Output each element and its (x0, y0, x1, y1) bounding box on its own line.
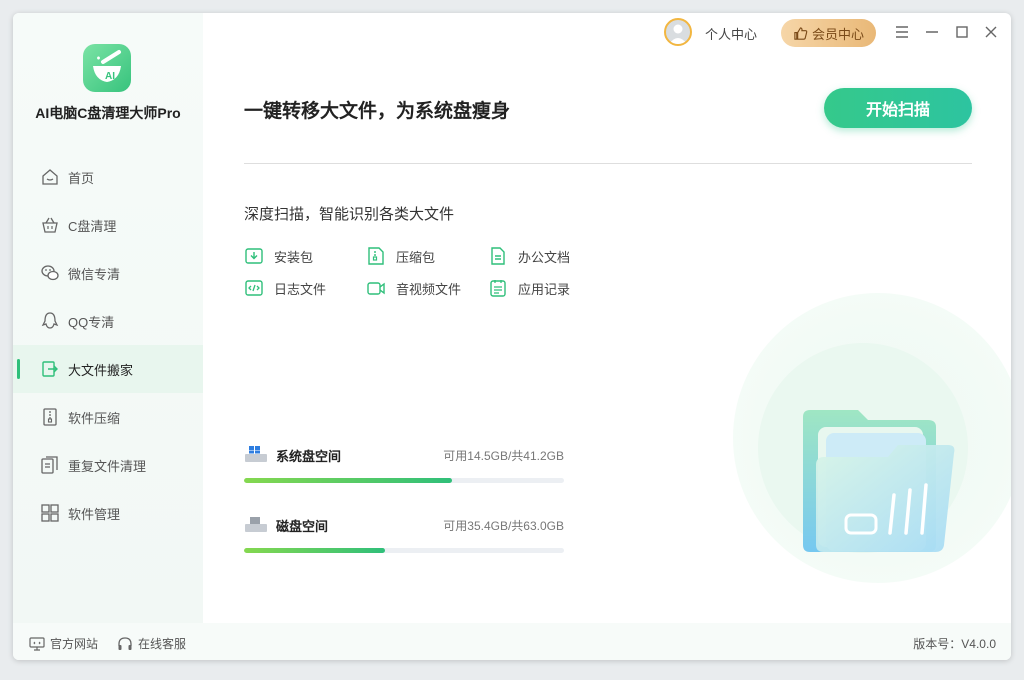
sidebar-item-qq[interactable]: QQ专清 (13, 297, 203, 345)
system-drive-icon (245, 446, 267, 462)
disk-free: 可用14.5GB/共41.2GB (443, 449, 564, 463)
support-link[interactable]: 在线客服 (117, 635, 186, 652)
sidebar-item-label: 大文件搬家 (68, 362, 134, 378)
disk-usage-bar (244, 478, 564, 483)
disk-usage-fill (244, 548, 385, 553)
app-logo: AI (83, 44, 131, 92)
sidebar-nav: 首页 C盘清理 微信专清 QQ专清 大文件搬家 软件压缩 重复文件清理 软件管理 (13, 153, 203, 537)
sidebar-item-duplicate[interactable]: 重复文件清理 (13, 441, 203, 489)
minimize-icon[interactable] (924, 24, 940, 40)
disk-free: 可用35.4GB/共63.0GB (443, 519, 564, 533)
app-record-icon (490, 280, 506, 297)
disk-usage-fill (244, 478, 452, 483)
zip-icon (368, 247, 384, 265)
app-name: AI电脑C盘清理大师Pro (35, 105, 181, 121)
home-icon (42, 169, 58, 185)
file-type-item: 压缩包 (366, 246, 435, 266)
user-center-link[interactable]: 个人中心 (705, 24, 757, 43)
page-title: 一键转移大文件，为系统盘瘦身 (244, 101, 511, 122)
disk-name: 系统盘空间 (276, 449, 342, 464)
headset-icon (118, 636, 132, 650)
sidebar-item-label: C盘清理 (68, 218, 117, 234)
divider (244, 163, 972, 164)
website-link[interactable]: 官方网站 (29, 635, 98, 652)
apps-icon (41, 504, 59, 522)
vip-center-label: 会员中心 (811, 26, 864, 42)
website-label: 官方网站 (50, 637, 99, 651)
file-type-item: 音视频文件 (366, 278, 461, 298)
file-move-icon (42, 361, 58, 377)
sidebar-item-label: QQ专清 (68, 314, 115, 330)
sidebar-item-large-file-move[interactable]: 大文件搬家 (13, 345, 203, 393)
file-type-item: 安装包 (244, 246, 313, 266)
top-bar: 个人中心 会员中心 (611, 13, 1011, 53)
start-scan-button[interactable]: 开始扫描 (824, 88, 972, 128)
disk-name: 磁盘空间 (276, 519, 329, 534)
file-type-label: 日志文件 (274, 281, 327, 297)
avatar[interactable] (664, 18, 692, 46)
footer: 官方网站 在线客服 版本号：V4.0.0 (13, 623, 1011, 660)
file-type-label: 办公文档 (518, 249, 571, 265)
folder-illustration (803, 410, 955, 552)
file-type-label: 安装包 (274, 249, 314, 265)
sidebar-item-label: 首页 (68, 170, 95, 186)
sidebar-item-wechat[interactable]: 微信专清 (13, 249, 203, 297)
file-type-label: 应用记录 (518, 281, 571, 297)
file-type-label: 音视频文件 (396, 281, 462, 297)
maximize-icon[interactable] (954, 24, 970, 40)
monitor-icon (29, 636, 45, 651)
app-window: AI AI电脑C盘清理大师Pro 首页 C盘清理 微信专清 QQ专清 大文件搬家… (13, 13, 1011, 660)
wechat-icon (41, 265, 59, 281)
compress-icon (43, 408, 57, 426)
sidebar-item-label: 微信专清 (68, 266, 121, 282)
close-icon[interactable] (983, 24, 999, 40)
drive-icon (245, 517, 267, 532)
sidebar-item-label: 重复文件清理 (68, 458, 147, 474)
sidebar-item-c-clean[interactable]: C盘清理 (13, 201, 203, 249)
menu-icon[interactable] (894, 24, 910, 40)
sidebar-item-compress[interactable]: 软件压缩 (13, 393, 203, 441)
file-type-item: 应用记录 (488, 278, 570, 298)
document-icon (491, 247, 505, 265)
file-type-item: 办公文档 (488, 246, 570, 266)
thumbs-up-icon (794, 26, 808, 40)
sidebar-item-home[interactable]: 首页 (13, 153, 203, 201)
qq-icon (41, 312, 59, 329)
vip-center-button[interactable]: 会员中心 (781, 19, 876, 47)
log-icon (245, 280, 263, 296)
basket-icon (42, 217, 58, 233)
sidebar-item-label: 软件管理 (68, 506, 121, 522)
sidebar: AI AI电脑C盘清理大师Pro 首页 C盘清理 微信专清 QQ专清 大文件搬家… (13, 13, 203, 623)
file-type-item: 日志文件 (244, 278, 326, 298)
sidebar-item-software-manage[interactable]: 软件管理 (13, 489, 203, 537)
support-label: 在线客服 (138, 637, 187, 651)
version-label: 版本号：V4.0.0 (913, 637, 996, 651)
disk-usage-bar (244, 548, 564, 553)
install-package-icon (245, 248, 263, 264)
duplicate-icon (41, 456, 58, 474)
file-type-label: 压缩包 (396, 249, 436, 265)
svg-text:AI: AI (105, 71, 115, 82)
video-icon (367, 282, 385, 295)
sidebar-item-label: 软件压缩 (68, 410, 121, 426)
scan-subtitle: 深度扫描，智能识别各类大文件 (244, 206, 455, 223)
